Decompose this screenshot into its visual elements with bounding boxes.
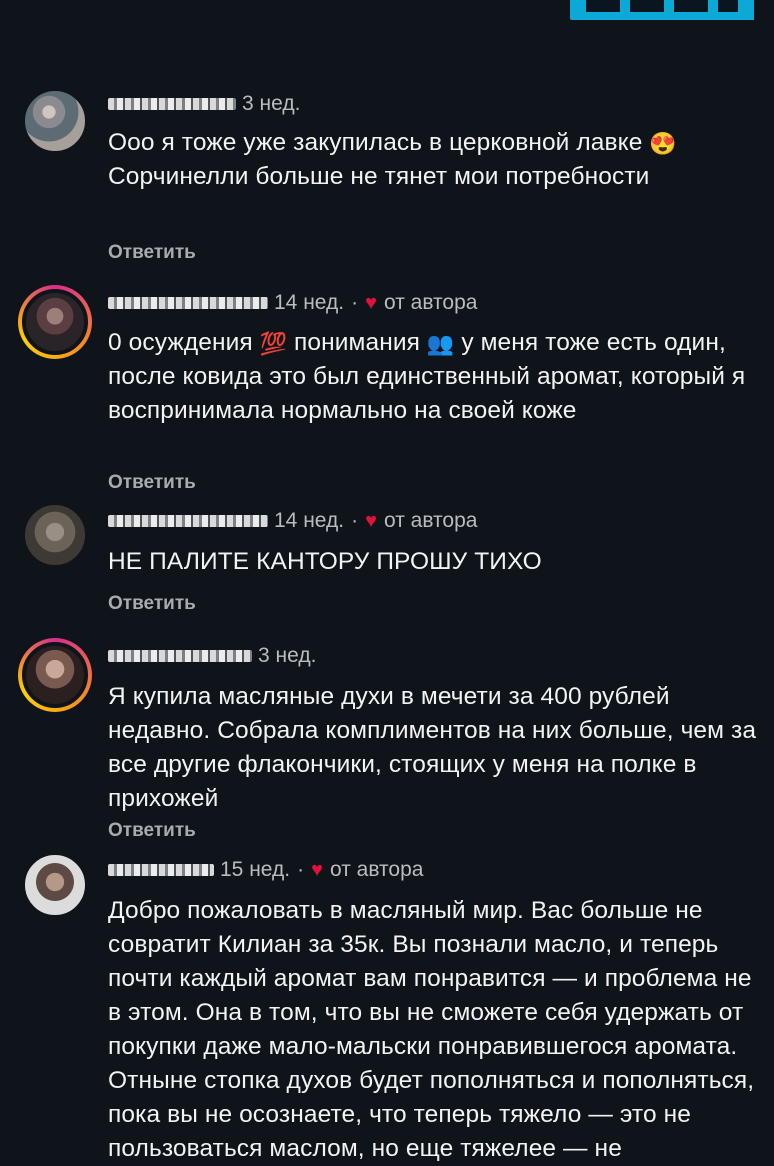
hundred-points-emoji-icon: 💯 [259,330,288,356]
top-banner-fragment [570,0,754,20]
avatar[interactable] [22,88,88,154]
avatar-with-story-ring[interactable] [18,285,92,359]
reply-button[interactable]: Ответить [108,242,196,264]
avatar[interactable] [22,502,88,568]
comment-text: 0 осуждения 💯 понимания 👥 у меня тоже ес… [108,329,746,424]
author-label: от автора [329,858,424,881]
username-blurred[interactable] [108,515,268,527]
meta-separator: · [297,858,305,881]
author-label: от автора [383,509,478,532]
comment-time: 14 нед. [274,291,345,314]
meta-separator: · [351,291,359,314]
comment-meta: 3 нед. [108,89,300,119]
comment-text: Ооо я тоже уже закупилась в церковной ла… [108,129,677,190]
comment-time: 3 нед. [258,644,317,667]
username-blurred[interactable] [108,864,214,876]
username-blurred[interactable] [108,650,252,662]
heart-eyes-emoji-icon: 😍 [649,130,677,156]
comment-meta: 14 нед. · ♥ от автора [108,506,477,536]
comment-meta: 3 нед. [108,641,316,671]
heart-icon: ♥ [311,858,323,881]
busts-in-silhouette-emoji-icon: 👥 [426,330,455,356]
meta-separator: · [351,509,359,532]
comment-text: НЕ ПАЛИТЕ КАНТОРУ ПРОШУ ТИХО [108,548,542,575]
comment-time: 3 нед. [242,92,301,115]
comment-meta: 14 нед. · ♥ от автора [108,288,477,318]
reply-button[interactable]: Ответить [108,593,196,615]
comment-text: Добро пожаловать в масляный мир. Вас бол… [108,897,755,1162]
heart-icon: ♥ [365,509,377,532]
comment-time: 15 нед. [220,858,291,881]
username-blurred[interactable] [108,98,236,110]
author-label: от автора [383,291,478,314]
avatar[interactable] [22,852,88,918]
username-blurred[interactable] [108,297,268,309]
comment-time: 14 нед. [274,509,345,532]
heart-icon: ♥ [365,291,377,314]
comment-meta: 15 нед. · ♥ от автора [108,855,423,885]
reply-button[interactable]: Ответить [108,472,196,494]
reply-button[interactable]: Ответить [108,820,196,842]
comment-text: Я купила масляные духи в мечети за 400 р… [108,683,757,812]
avatar-with-story-ring[interactable] [18,638,92,712]
